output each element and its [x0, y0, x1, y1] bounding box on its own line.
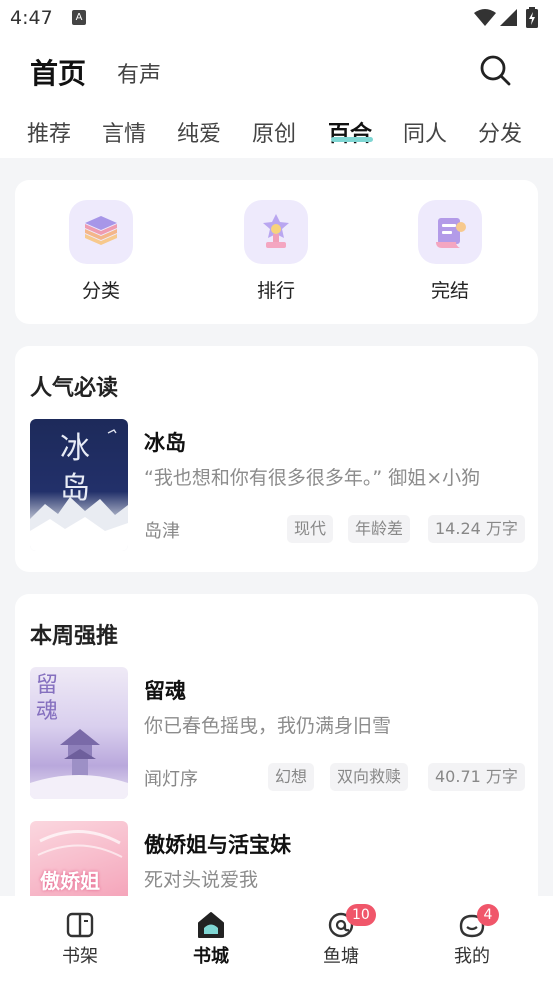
section-title: 本周强推 [30, 624, 119, 649]
tab-original[interactable]: 原创 [252, 116, 296, 148]
search-icon[interactable] [478, 53, 512, 87]
book-tag: 现代 [287, 515, 334, 543]
quick-link-ranking[interactable]: 排行 [236, 200, 316, 303]
nav-label: 鱼塘 [323, 946, 359, 967]
book-item[interactable]: 冰 岛 冰岛 “我也想和你有很多很多年。” 御姐×小狗 岛津 现代 年龄差 14… [30, 419, 525, 551]
quick-link-completed[interactable]: 完结 [410, 200, 490, 303]
scroll-icon [418, 200, 482, 264]
book-title: 冰岛 [144, 431, 186, 455]
tab-gl[interactable]: 百合 [328, 116, 372, 148]
book-icon [65, 910, 95, 940]
book-desc: 死对头说爱我 [144, 869, 259, 891]
quick-link-label: 分类 [81, 280, 120, 302]
tab-fanfic[interactable]: 同人 [403, 116, 447, 148]
nav-bookshelf[interactable]: 书架 [45, 910, 115, 968]
layers-icon [69, 200, 133, 264]
at-icon: 10 [326, 904, 376, 940]
nav-label: 书城 [193, 946, 229, 967]
page-title[interactable]: 首页 [30, 52, 86, 92]
audio-tab[interactable]: 有声 [117, 57, 161, 89]
home-icon [196, 910, 226, 940]
quick-link-category[interactable]: 分类 [61, 200, 141, 303]
nav-fishpond[interactable]: 10 鱼塘 [306, 904, 376, 968]
status-bar: 4:47 A [0, 0, 553, 36]
tab-recommend[interactable]: 推荐 [27, 116, 71, 148]
top-area: 4:47 A 首页 有声 推荐 言情 纯爱 原创 百合 同人 分发 [0, 0, 553, 158]
quick-link-label: 完结 [430, 280, 469, 302]
tab-distribute[interactable]: 分发 [478, 116, 522, 148]
cover-title: 傲娇姐 [40, 869, 100, 893]
nav-label: 书架 [62, 946, 98, 967]
section-title: 人气必读 [30, 376, 119, 401]
quick-links-card: 分类 排行 完结 [15, 180, 538, 324]
status-time: 4:47 [10, 7, 53, 29]
book-desc: 你已春色摇曳，我仍满身旧雪 [144, 715, 392, 737]
quick-link-label: 排行 [256, 280, 295, 302]
battery-icon [526, 7, 538, 28]
cover-title: 冰 岛 [60, 431, 90, 506]
book-tag: 40.71 万字 [428, 763, 525, 791]
cover-title: 留魂 [36, 673, 59, 724]
book-tag: 14.24 万字 [428, 515, 525, 543]
book-tag: 幻想 [268, 763, 315, 791]
book-desc: “我也想和你有很多很多年。” 御姐×小狗 [144, 467, 481, 489]
bottom-nav: 书架 书城 10 鱼塘 4 我的 [0, 896, 553, 984]
active-tab-indicator [331, 137, 373, 142]
nav-mine[interactable]: 4 我的 [437, 904, 507, 968]
book-author: 岛津 [144, 521, 180, 542]
book-cover: 冰 岛 [30, 419, 128, 551]
tab-romance[interactable]: 言情 [102, 116, 146, 148]
book-title: 傲娇姐与活宝妹 [144, 833, 291, 857]
trophy-star-icon [244, 200, 308, 264]
nav-bookstore[interactable]: 书城 [176, 910, 246, 968]
book-item[interactable]: 留魂 留魂 你已春色摇曳，我仍满身旧雪 闻灯序 幻想 双向救赎 40.71 万字 [30, 667, 525, 799]
notification-badge: 4 [477, 904, 499, 926]
category-tabs: 推荐 言情 纯爱 原创 百合 同人 分发 [0, 112, 553, 152]
signal-icon [500, 9, 517, 26]
book-tag: 双向救赎 [330, 763, 409, 791]
notification-a-icon: A [72, 10, 86, 25]
tab-bl[interactable]: 纯爱 [177, 116, 221, 148]
profile-icon: 4 [457, 904, 499, 940]
popular-section: 人气必读 冰 岛 冰岛 “我也想和你有很多很多年。” 御姐×小狗 岛津 现代 年… [15, 346, 538, 572]
weekly-section: 本周强推 留魂 留魂 你已春色摇曳，我仍满身旧雪 闻灯序 幻想 双向救赎 40.… [15, 594, 538, 915]
book-title: 留魂 [144, 679, 186, 703]
wifi-icon [474, 9, 496, 26]
notification-badge: 10 [346, 904, 376, 926]
nav-label: 我的 [454, 946, 490, 967]
book-cover: 留魂 [30, 667, 128, 799]
book-tag: 年龄差 [348, 515, 411, 543]
book-author: 闻灯序 [144, 769, 198, 790]
